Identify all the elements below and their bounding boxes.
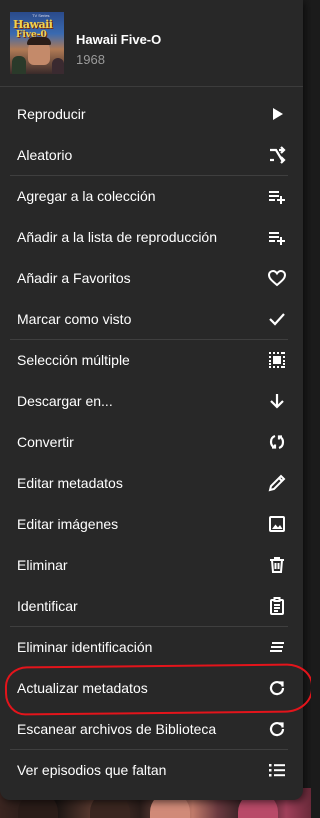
menu-item-label: Escanear archivos de Biblioteca [17, 721, 217, 737]
clipboard-icon [267, 596, 287, 616]
menu-item-label: Editar metadatos [17, 475, 123, 491]
show-title: Hawaii Five-O [76, 32, 162, 47]
list-icon [267, 760, 287, 780]
refresh-icon [267, 678, 287, 698]
menu-item-label: Ver episodios que faltan [17, 762, 167, 778]
playlist-add-icon [267, 186, 287, 206]
menu-item-label: Editar imágenes [17, 516, 119, 532]
show-poster: TV Series Hawaii Five-0 [10, 12, 64, 74]
check-icon [267, 309, 287, 329]
poster-hair [27, 37, 51, 45]
menu-item-label: Convertir [17, 434, 74, 450]
trash-icon [267, 555, 287, 575]
playlist-add-icon [267, 227, 287, 247]
show-year: 1968 [76, 52, 105, 67]
play-icon [267, 104, 287, 124]
menu-item[interactable]: Añadir a Favoritos [0, 258, 303, 299]
menu-item[interactable]: Editar imágenes [0, 504, 303, 545]
shuffle-icon [267, 145, 287, 165]
menu-item[interactable]: Reproducir [0, 94, 303, 135]
menu-item-label: Aleatorio [17, 147, 73, 163]
refresh-icon [267, 719, 287, 739]
menu-item-label: Actualizar metadatos [17, 680, 148, 696]
poster-palm [52, 58, 64, 74]
menu-item[interactable]: Añadir a la lista de reproducción [0, 217, 303, 258]
pencil-icon [267, 473, 287, 493]
menu-item-label: Añadir a la lista de reproducción [17, 229, 218, 245]
multi-select-icon [267, 350, 287, 370]
menu-item-label: Selección múltiple [17, 352, 130, 368]
menu-item[interactable]: Convertir [0, 422, 303, 463]
menu-item[interactable]: Identificar [0, 586, 303, 627]
menu-item[interactable]: Selección múltiple [0, 340, 303, 381]
heart-icon [267, 268, 287, 288]
menu-header: TV Series Hawaii Five-0 Hawaii Five-O 19… [0, 0, 303, 87]
menu-item-label: Añadir a Favoritos [17, 270, 131, 286]
menu-item[interactable]: Actualizar metadatos [0, 668, 303, 709]
arrow-down-icon [267, 391, 287, 411]
menu-item[interactable]: Marcar como visto [0, 299, 303, 340]
menu-item-label: Reproducir [17, 106, 86, 122]
menu-item-label: Descargar en... [17, 393, 113, 409]
menu-item-label: Agregar a la colección [17, 188, 156, 204]
poster-palm [12, 56, 26, 74]
menu-item[interactable]: Descargar en... [0, 381, 303, 422]
menu-item-label: Eliminar [17, 557, 68, 573]
menu-item[interactable]: Eliminar [0, 545, 303, 586]
screen: TV Series Hawaii Five-0 Hawaii Five-O 19… [0, 0, 311, 818]
convert-icon [267, 432, 287, 452]
clear-all-icon [267, 637, 287, 657]
menu-item[interactable]: Editar metadatos [0, 463, 303, 504]
menu-item-label: Eliminar identificación [17, 639, 153, 655]
menu-item[interactable]: Eliminar identificación [0, 627, 303, 668]
menu-item[interactable]: Escanear archivos de Biblioteca [0, 709, 303, 750]
menu-item-label: Marcar como visto [17, 311, 132, 327]
menu-item[interactable]: Agregar a la colección [0, 176, 303, 217]
context-menu: TV Series Hawaii Five-0 Hawaii Five-O 19… [0, 0, 303, 800]
menu-item[interactable]: Ver episodios que faltan [0, 750, 303, 791]
image-icon [267, 514, 287, 534]
menu-item[interactable]: Aleatorio [0, 135, 303, 176]
menu-item-label: Identificar [17, 598, 78, 614]
